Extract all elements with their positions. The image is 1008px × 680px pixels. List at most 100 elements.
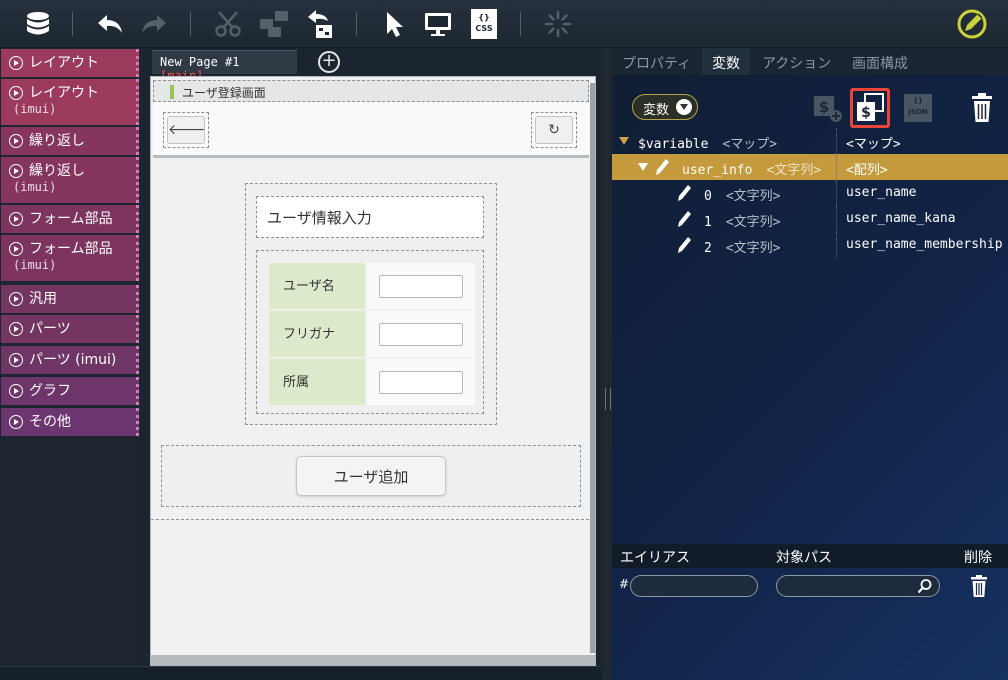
palette-item-form-parts[interactable]: フォーム部品 <box>1 205 139 233</box>
pencil-icon <box>678 211 691 227</box>
copy-icon[interactable] <box>256 6 292 42</box>
header-bar[interactable]: 🡐 ↻ <box>153 102 589 158</box>
add-user-button[interactable]: ユーザ追加 <box>296 456 446 496</box>
dropdown-label: 変数 <box>643 103 670 118</box>
variable-row-2[interactable]: 2 <文字列> user_name_membership <box>612 232 1008 258</box>
play-circle-icon <box>9 292 23 306</box>
add-page-button[interactable]: + <box>318 51 340 73</box>
css-icon[interactable]: {} CSS <box>466 6 502 42</box>
monitor-icon[interactable] <box>420 6 456 42</box>
refresh-button[interactable]: ↻ <box>531 112 577 148</box>
delete-column-header: 削除 <box>964 550 992 566</box>
tab-screen-structure[interactable]: 画面構成 <box>842 48 918 75</box>
alias-row: # <box>612 572 1008 602</box>
username-input[interactable] <box>379 275 463 298</box>
paste-icon[interactable] <box>302 6 338 42</box>
variable-name-cell: user_info <文字列> <box>682 159 821 178</box>
variable-value: <配列> <box>846 163 888 178</box>
affiliation-input[interactable] <box>379 371 463 394</box>
palette-item-repeat[interactable]: 繰り返し <box>1 127 139 155</box>
tab-properties[interactable]: プロパティ <box>612 48 701 75</box>
page-tab[interactable]: New Page #1 [main] <box>152 50 297 83</box>
variable-type: <文字列> <box>725 189 781 204</box>
column-separator <box>836 232 837 258</box>
database-icon[interactable] <box>20 6 56 42</box>
variable-row-root[interactable]: $variable <マップ> <マップ> <box>612 128 1008 154</box>
variable-name: 0 <box>704 189 712 204</box>
palette-item-repeat-imui[interactable]: 繰り返し (imui) <box>1 157 139 203</box>
palette-item-label: その他 <box>29 414 71 430</box>
component-palette: レイアウト レイアウト (imui) 繰り返し 繰り返し (imui) フォーム部品… <box>0 48 142 680</box>
palette-item-form-parts-imui[interactable]: フォーム部品 (imui) <box>1 235 139 281</box>
furigana-input[interactable] <box>379 323 463 346</box>
cut-icon[interactable] <box>210 6 246 42</box>
palette-item-label: 汎用 <box>29 291 57 307</box>
button-container[interactable]: ユーザ追加 <box>161 445 581 507</box>
form-row-username: ユーザ名 <box>269 263 475 309</box>
form-container[interactable]: ユーザ情報入力 ユーザ名 フリガナ 所属 <box>245 183 497 425</box>
play-circle-icon <box>9 242 23 256</box>
variable-row-0[interactable]: 0 <文字列> user_name <box>612 180 1008 206</box>
trash-icon[interactable] <box>964 90 1000 126</box>
collapse-triangle-icon[interactable] <box>619 137 629 145</box>
plus-icon: + <box>321 50 337 71</box>
palette-item-layout[interactable]: レイアウト <box>1 49 139 77</box>
play-circle-icon <box>9 134 23 148</box>
edit-pencil-icon[interactable] <box>954 6 990 42</box>
path-column-header: 対象パス <box>776 550 832 566</box>
play-circle-icon <box>9 86 23 100</box>
palette-item-graph[interactable]: グラフ <box>1 377 139 405</box>
panel-splitter[interactable] <box>602 48 612 680</box>
palette-item-label: グラフ <box>29 383 71 399</box>
arrow-left-icon: 🡐 <box>167 116 206 144</box>
undo-icon[interactable] <box>92 6 128 42</box>
palette-item-label: レイアウト <box>29 55 99 71</box>
variable-row-1[interactable]: 1 <文字列> user_name_kana <box>612 206 1008 232</box>
palette-item-sublabel: (imui) <box>13 180 57 194</box>
right-panel-tabs: プロパティ 変数 アクション 画面構成 <box>612 48 1008 75</box>
variable-type: <マップ> <box>722 137 778 152</box>
form-table[interactable]: ユーザ名 フリガナ 所属 <box>256 250 484 414</box>
tab-variables[interactable]: 変数 <box>702 48 750 75</box>
variable-type: <文字列> <box>725 215 781 230</box>
tab-actions[interactable]: アクション <box>752 48 841 75</box>
canvas-scrollbar[interactable] <box>590 83 595 653</box>
json-icon[interactable]: {} JSON <box>900 90 936 126</box>
play-circle-icon <box>9 353 23 367</box>
path-input[interactable] <box>776 575 940 597</box>
play-circle-icon <box>9 384 23 398</box>
loading-icon[interactable] <box>540 6 576 42</box>
palette-item-parts[interactable]: パーツ <box>1 315 139 343</box>
copy-variable-icon[interactable]: $ <box>850 88 890 128</box>
variable-scope-dropdown[interactable]: 変数 <box>632 94 698 120</box>
variable-value: user_name <box>846 185 917 200</box>
toolbar-separator <box>356 12 357 36</box>
column-separator <box>836 128 837 154</box>
search-icon[interactable] <box>917 578 933 594</box>
form-row-furigana: フリガナ <box>269 311 475 357</box>
pencil-icon <box>656 159 669 175</box>
variable-row-user-info[interactable]: user_info <文字列> <配列> <box>612 154 1008 180</box>
palette-item-label: パーツ <box>29 321 71 337</box>
back-button[interactable]: 🡐 <box>163 112 209 148</box>
json-label: JSON <box>908 108 928 116</box>
redo-icon[interactable] <box>136 6 172 42</box>
delete-alias-icon[interactable] <box>968 574 990 600</box>
palette-item-parts-imui[interactable]: パーツ (imui) <box>1 346 139 374</box>
palette-item-other[interactable]: その他 <box>1 408 139 436</box>
add-variable-icon[interactable]: $ <box>810 90 846 126</box>
palette-item-label: フォーム部品 <box>29 211 113 227</box>
palette-item-general[interactable]: 汎用 <box>1 285 139 313</box>
design-canvas: New Page #1 [main] + ユーザ登録画面 🡐 ↻ ユーザ情報入力… <box>142 48 602 680</box>
alias-input[interactable] <box>630 575 758 597</box>
svg-text:$: $ <box>819 98 829 116</box>
collapse-triangle-icon[interactable] <box>638 163 648 171</box>
column-separator <box>836 180 837 206</box>
pointer-icon[interactable] <box>376 6 412 42</box>
palette-item-layout-imui[interactable]: レイアウト (imui) <box>1 79 139 125</box>
status-bar <box>0 666 602 680</box>
variable-type: <文字列> <box>725 241 781 256</box>
form-title-text: ユーザ情報入力 <box>267 209 372 227</box>
form-title[interactable]: ユーザ情報入力 <box>256 196 484 238</box>
screen-title-bar[interactable]: ユーザ登録画面 <box>153 80 589 102</box>
